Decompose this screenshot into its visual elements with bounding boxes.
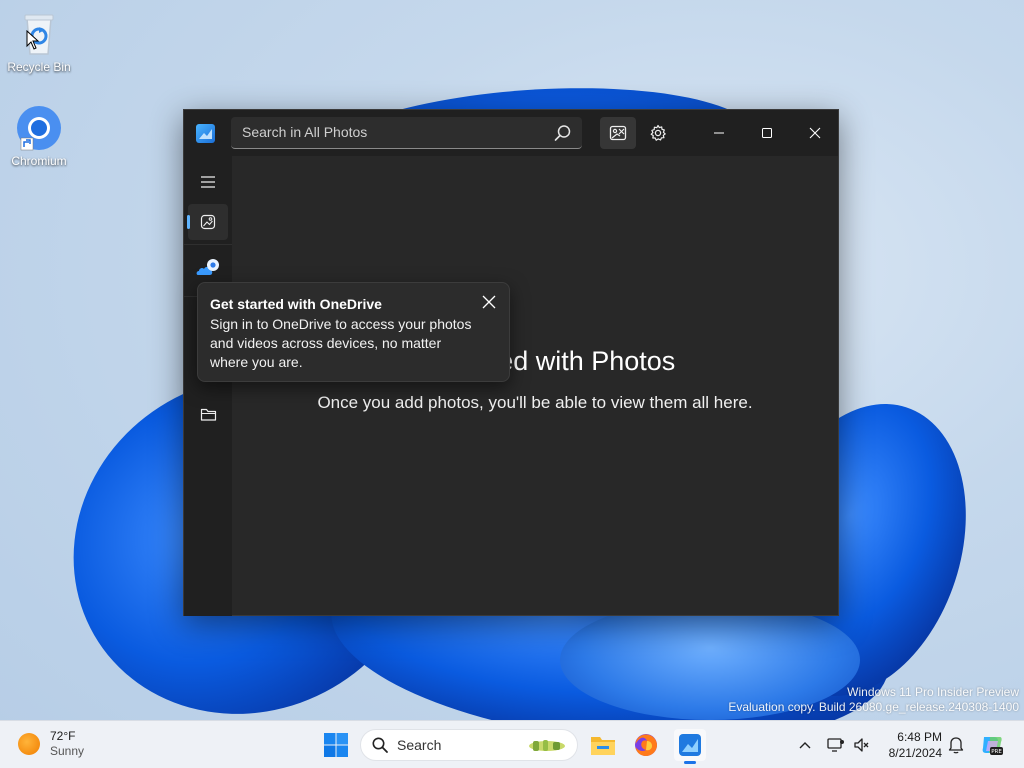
navigation-pane	[184, 156, 232, 616]
taskbar-photos[interactable]	[674, 729, 706, 764]
desktop-icon-label: Chromium	[11, 154, 67, 168]
close-icon	[809, 127, 821, 139]
teaching-tip-body: Sign in to OneDrive to access your photo…	[210, 316, 472, 370]
folder-icon	[200, 408, 216, 421]
photos-app-icon	[679, 734, 701, 756]
weather-temperature: 72°F	[50, 729, 76, 743]
sunny-weather-icon	[18, 733, 40, 755]
watermark-line-1: Windows 11 Pro Insider Preview	[847, 685, 1019, 699]
bell-icon	[948, 737, 964, 754]
menu-toggle-button[interactable]	[188, 164, 228, 200]
photos-app-icon	[196, 124, 215, 143]
teaching-tip-title: Get started with OneDrive	[210, 296, 382, 312]
volume-muted-icon	[854, 738, 869, 752]
evaluation-watermark: Windows 11 Pro Insider Preview Evaluatio…	[728, 685, 1019, 715]
firefox-icon	[635, 734, 657, 756]
svg-text:PRE: PRE	[991, 749, 1002, 755]
desktop-icon-chromium[interactable]: Chromium	[0, 104, 78, 168]
running-indicator	[684, 761, 696, 764]
image-compare-icon	[609, 125, 627, 141]
copilot-button[interactable]: PRE	[980, 733, 1004, 757]
settings-button[interactable]	[640, 117, 676, 149]
show-hidden-icons-button[interactable]	[795, 735, 815, 755]
nav-divider	[184, 244, 232, 245]
search-icon	[372, 737, 388, 753]
taskbar: 72°F Sunny Search 6:48 PM 8/21/2024 PRE	[0, 720, 1024, 768]
all-photos-icon	[200, 214, 216, 230]
chromium-icon	[15, 104, 63, 152]
clock-time: 6:48 PM	[897, 730, 942, 744]
close-icon[interactable]	[481, 294, 497, 310]
weather-widget[interactable]: 72°F Sunny	[18, 729, 84, 759]
image-compare-button[interactable]	[600, 117, 636, 149]
clock-date: 8/21/2024	[888, 746, 942, 760]
network-icon	[827, 738, 844, 752]
empty-state-subtitle: Once you add photos, you'll be able to v…	[317, 393, 753, 412]
nav-item-all-photos[interactable]	[187, 204, 228, 240]
watermark-line-2: Evaluation copy. Build 26080.ge_release.…	[728, 700, 1019, 714]
system-clock[interactable]: 6:48 PM 8/21/2024	[880, 729, 942, 761]
windows-logo-icon	[324, 733, 348, 757]
taskbar-firefox[interactable]	[630, 729, 662, 761]
chevron-up-icon	[799, 742, 811, 749]
start-button[interactable]	[320, 729, 352, 761]
photos-content-area: Get started with Photos Once you add pho…	[232, 156, 838, 615]
maximize-icon	[762, 128, 772, 138]
nav-item-folders[interactable]	[188, 396, 228, 432]
copilot-icon: PRE	[982, 737, 1003, 755]
volume-tray-button[interactable]	[852, 735, 872, 755]
taskbar-file-explorer[interactable]	[587, 729, 619, 761]
weather-condition: Sunny	[50, 744, 85, 758]
maximize-button[interactable]	[743, 110, 791, 156]
minimize-icon	[714, 132, 724, 134]
minimize-button[interactable]	[695, 110, 743, 156]
taskbar-search-label: Search	[397, 737, 442, 753]
hamburger-menu-icon	[201, 176, 215, 188]
notifications-button[interactable]	[946, 735, 966, 755]
mouse-cursor-icon	[26, 30, 40, 50]
gear-icon	[650, 124, 666, 141]
onedrive-teaching-tip: Get started with OneDrive Sign in to One…	[197, 282, 510, 382]
taskbar-search-box[interactable]: Search	[360, 729, 578, 761]
search-input[interactable]	[231, 117, 531, 147]
nav-item-onedrive[interactable]	[188, 250, 228, 286]
network-tray-button[interactable]	[826, 735, 846, 755]
selection-indicator	[187, 215, 190, 229]
search-highlight-icon	[529, 740, 565, 751]
search-icon[interactable]	[554, 124, 572, 142]
onedrive-icon	[196, 259, 219, 275]
desktop-icon-label: Recycle Bin	[7, 60, 71, 74]
search-box[interactable]	[231, 117, 582, 149]
close-button[interactable]	[791, 110, 839, 156]
title-bar[interactable]	[184, 110, 838, 156]
file-explorer-icon	[591, 737, 615, 755]
